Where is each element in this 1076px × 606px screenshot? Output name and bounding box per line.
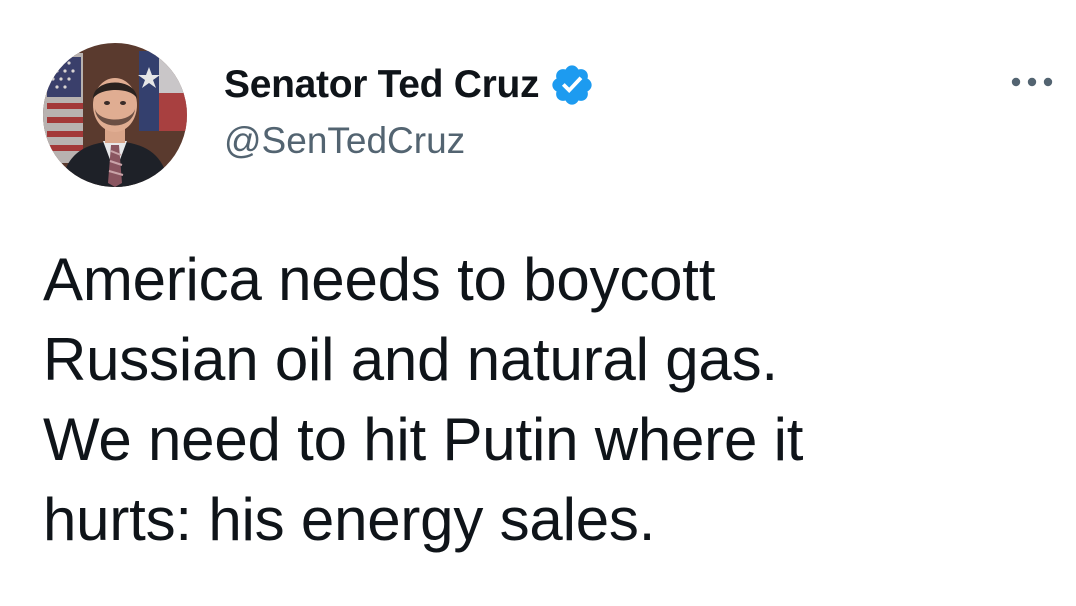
tweet-text-line: hurts: his energy sales. [43,486,656,553]
more-horizontal-icon[interactable] [1008,62,1056,102]
author-handle[interactable]: @SenTedCruz [224,120,465,162]
display-name[interactable]: Senator Ted Cruz [224,63,539,107]
avatar-image [43,43,187,187]
tweet-text-line: We need to hit Putin where it [43,406,804,473]
author-name-row: Senator Ted Cruz [224,60,595,110]
tweet-text-line: Russian oil and natural gas. [43,326,778,393]
tweet-text-line: America needs to boycott [43,246,716,313]
verified-badge-icon [549,62,595,108]
tweet: Senator Ted Cruz @SenTedCruz America nee… [0,0,1076,606]
avatar[interactable] [43,43,187,187]
tweet-text: America needs to boycott Russian oil and… [43,240,1043,560]
